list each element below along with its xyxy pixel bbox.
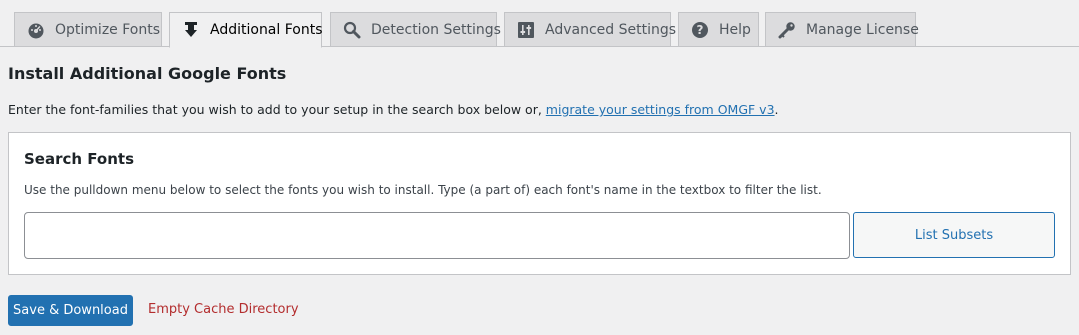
panel-description: Use the pulldown menu below to select th… (24, 183, 822, 197)
intro-text: Enter the font-families that you wish to… (8, 102, 779, 117)
font-search-input[interactable] (24, 212, 850, 259)
svg-text:?: ? (697, 23, 704, 37)
tab-label: Manage License (806, 21, 919, 38)
page-title: Install Additional Google Fonts (8, 64, 287, 83)
tab-manage-license[interactable]: Manage License (765, 12, 919, 47)
key-icon (778, 21, 796, 39)
tab-label: Help (719, 21, 751, 38)
save-download-button[interactable]: Save & Download (8, 295, 133, 326)
search-fonts-panel: Search Fonts Use the pulldown menu below… (8, 132, 1071, 275)
tab-optimize-fonts[interactable]: Optimize Fonts (14, 12, 162, 47)
tab-label: Detection Settings (371, 21, 501, 38)
migrate-settings-link[interactable]: migrate your settings from OMGF v3 (546, 102, 775, 117)
tab-advanced-settings[interactable]: Advanced Settings (504, 12, 676, 47)
settings-sliders-icon (517, 21, 535, 39)
tab-detection-settings[interactable]: Detection Settings (330, 12, 501, 47)
search-icon (343, 21, 361, 39)
tab-additional-fonts[interactable]: Additional Fonts (169, 12, 323, 48)
settings-tabs: Optimize Fonts Additional Fonts Detectio… (0, 0, 1079, 48)
intro-text-body: Enter the font-families that you wish to… (8, 102, 546, 117)
tab-label: Advanced Settings (545, 21, 677, 38)
help-icon: ? (691, 21, 709, 39)
download-icon (182, 21, 200, 39)
empty-cache-directory-link[interactable]: Empty Cache Directory (148, 302, 299, 317)
tab-help[interactable]: ? Help (678, 12, 759, 47)
tab-label: Additional Fonts (210, 22, 323, 38)
intro-text-end: . (774, 102, 779, 117)
panel-title: Search Fonts (24, 150, 135, 168)
list-subsets-button[interactable]: List Subsets (853, 212, 1055, 258)
tab-label: Optimize Fonts (55, 21, 160, 38)
dashboard-icon (27, 21, 45, 39)
